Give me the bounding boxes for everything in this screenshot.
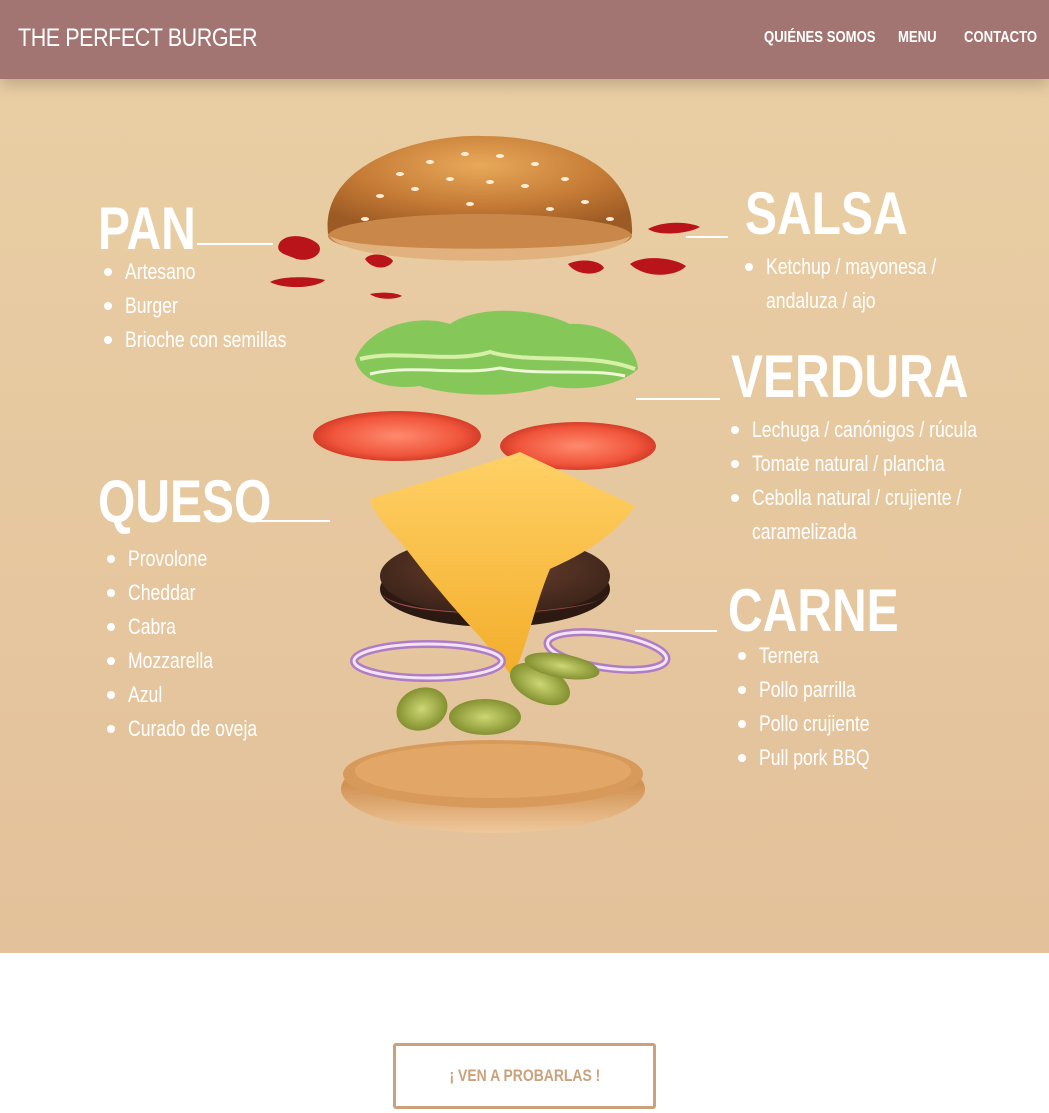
list-item: Lechuga / canónigos / rúcula xyxy=(730,413,1033,447)
verdura-options: Lechuga / canónigos / rúcula Tomate natu… xyxy=(730,413,1033,549)
pan-title: PAN xyxy=(98,195,196,262)
top-navbar: THE PERFECT BURGER QUIÉNES SOMOS MENU CO… xyxy=(0,0,1049,79)
bottom-bun xyxy=(341,740,645,833)
carne-options: Ternera Pollo parrilla Pollo crujiente P… xyxy=(737,639,897,775)
verdura-connector-line xyxy=(636,398,720,400)
list-item: Tomate natural / plancha xyxy=(730,447,1033,481)
pan-connector-line xyxy=(197,243,273,245)
list-item: Mozzarella xyxy=(106,644,289,678)
verdura-title: VERDURA xyxy=(731,343,969,410)
list-item: Curado de oveja xyxy=(106,712,289,746)
try-them-button[interactable]: ¡ VEN A PROBARLAS ! xyxy=(393,1043,656,1109)
salsa-connector-line xyxy=(686,236,728,238)
list-item: Provolone xyxy=(106,542,289,576)
queso-title: QUESO xyxy=(98,468,272,535)
list-item: Pull pork BBQ xyxy=(737,741,897,775)
list-item: Azul xyxy=(106,678,289,712)
exploded-burger-image xyxy=(270,135,700,833)
nav-link-quienes-somos[interactable]: QUIÉNES SOMOS xyxy=(764,29,876,47)
salsa-options: Ketchup / mayonesa / andaluza / ajo xyxy=(745,250,979,318)
queso-options: Provolone Cheddar Cabra Mozzarella Azul … xyxy=(106,542,289,746)
list-item: andaluza / ajo xyxy=(766,288,876,313)
salsa-title: SALSA xyxy=(745,180,908,247)
list-item: Ternera xyxy=(737,639,897,673)
pan-options: Artesano Burger Brioche con semillas xyxy=(104,255,327,357)
list-item: Ketchup / mayonesa / xyxy=(745,250,979,284)
nav-link-menu[interactable]: MENU xyxy=(898,29,937,47)
list-item: Pollo parrilla xyxy=(737,673,897,707)
list-item: caramelizada xyxy=(752,519,857,544)
list-item: Burger xyxy=(104,289,327,323)
brand-logo[interactable]: THE PERFECT BURGER xyxy=(18,24,258,53)
top-bun xyxy=(327,135,633,261)
pickles xyxy=(396,652,600,735)
carne-connector-line xyxy=(635,630,717,632)
list-item: Cebolla natural / crujiente / xyxy=(730,481,1033,515)
tomato-slices xyxy=(313,411,656,470)
list-item: Brioche con semillas xyxy=(104,323,327,357)
queso-connector-line xyxy=(253,520,330,522)
nav-link-contacto[interactable]: CONTACTO xyxy=(964,29,1037,47)
burger-ingredients-hero: PAN Artesano Burger Brioche con semillas… xyxy=(0,79,1049,953)
carne-title: CARNE xyxy=(728,577,899,644)
list-item: Pollo crujiente xyxy=(737,707,897,741)
list-item: Cheddar xyxy=(106,576,289,610)
list-item: Cabra xyxy=(106,610,289,644)
list-item: Artesano xyxy=(104,255,327,289)
lettuce xyxy=(355,310,638,395)
